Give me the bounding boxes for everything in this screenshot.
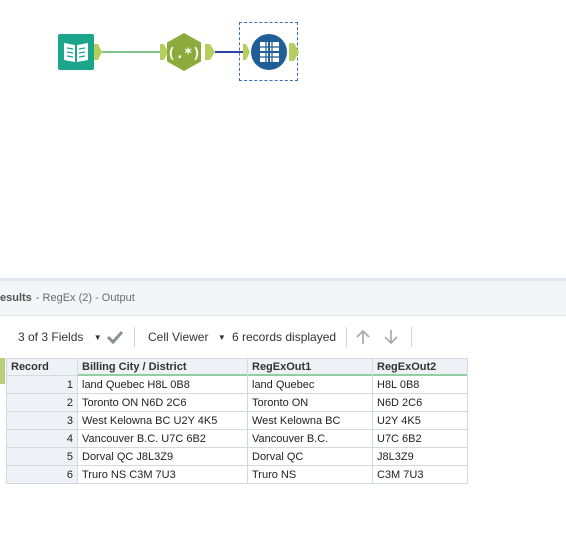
prev-record-button[interactable] bbox=[355, 316, 371, 358]
cell-regexout1[interactable]: Truro NS bbox=[247, 465, 373, 484]
browse-icon bbox=[251, 34, 287, 70]
cell-regexout1[interactable]: Toronto ON bbox=[247, 393, 373, 412]
toolbar-separator bbox=[346, 327, 347, 347]
table-row[interactable]: 6 Truro NS C3M 7U3 Truro NS C3M 7U3 bbox=[6, 465, 468, 484]
column-header-record[interactable]: Record bbox=[6, 358, 78, 376]
regex-output-anchor[interactable] bbox=[205, 44, 215, 60]
connector-input-to-regex[interactable] bbox=[102, 51, 160, 53]
viewer-label: Cell Viewer bbox=[148, 330, 209, 344]
cell-billing-city[interactable]: Toronto ON N6D 2C6 bbox=[77, 393, 248, 412]
chevron-down-icon: ▼ bbox=[93, 333, 102, 342]
cell-billing-city[interactable]: West Kelowna BC U2Y 4K5 bbox=[77, 411, 248, 430]
record-number[interactable]: 1 bbox=[6, 375, 78, 394]
regex-tool[interactable]: (.*) bbox=[164, 32, 204, 72]
table-row[interactable]: 1 land Quebec H8L 0B8 land Quebec H8L 0B… bbox=[6, 375, 468, 394]
next-record-button[interactable] bbox=[383, 316, 399, 358]
cell-regexout1[interactable]: Dorval QC bbox=[247, 447, 373, 466]
workflow-canvas[interactable]: (.*) bbox=[0, 0, 566, 278]
grid-header-row: Record Billing City / District RegExOut1… bbox=[6, 358, 468, 377]
toolbar-separator bbox=[134, 327, 135, 347]
record-number[interactable]: 2 bbox=[6, 393, 78, 412]
results-header: esults - RegEx (2) - Output bbox=[0, 281, 566, 316]
fields-label: 3 of 3 Fields bbox=[18, 330, 84, 344]
cell-regexout1[interactable]: West Kelowna BC bbox=[247, 411, 373, 430]
table-row[interactable]: 4 Vancouver B.C. U7C 6B2 Vancouver B.C. … bbox=[6, 429, 468, 448]
input-output-anchor[interactable] bbox=[94, 44, 102, 60]
cell-regexout1[interactable]: land Quebec bbox=[247, 375, 373, 394]
records-count: 6 records displayed bbox=[232, 330, 337, 344]
record-number[interactable]: 4 bbox=[6, 429, 78, 448]
results-toolbar: 3 of 3 Fields ▼ Cell Viewer ▼ 6 records … bbox=[0, 316, 566, 358]
browse-input-anchor[interactable] bbox=[243, 44, 250, 60]
record-number[interactable]: 3 bbox=[6, 411, 78, 430]
cell-regexout2[interactable]: U2Y 4K5 bbox=[372, 411, 468, 430]
check-icon bbox=[106, 330, 124, 345]
column-header-billing-city[interactable]: Billing City / District bbox=[77, 358, 248, 377]
column-header-regexout2[interactable]: RegExOut2 bbox=[372, 358, 468, 377]
toolbar-separator bbox=[411, 327, 412, 347]
results-subtitle: - RegEx (2) - Output bbox=[35, 292, 135, 304]
cell-regexout2[interactable]: C3M 7U3 bbox=[372, 465, 468, 484]
browse-tool[interactable] bbox=[250, 33, 288, 71]
cell-regexout2[interactable]: N6D 2C6 bbox=[372, 393, 468, 412]
table-row[interactable]: 2 Toronto ON N6D 2C6 Toronto ON N6D 2C6 bbox=[6, 393, 468, 412]
cell-regexout1[interactable]: Vancouver B.C. bbox=[247, 429, 373, 448]
book-icon bbox=[58, 34, 94, 70]
table-row[interactable]: 5 Dorval QC J8L3Z9 Dorval QC J8L3Z9 bbox=[6, 447, 468, 466]
input-data-tool[interactable] bbox=[58, 34, 94, 70]
table-row[interactable]: 3 West Kelowna BC U2Y 4K5 West Kelowna B… bbox=[6, 411, 468, 430]
cell-regexout2[interactable]: J8L3Z9 bbox=[372, 447, 468, 466]
cell-regexout2[interactable]: U7C 6B2 bbox=[372, 429, 468, 448]
svg-text:(.*): (.*) bbox=[167, 46, 201, 62]
results-title: esults bbox=[0, 292, 32, 304]
grid-left-marker bbox=[0, 358, 5, 384]
arrow-down-icon bbox=[384, 329, 398, 345]
cell-viewer-selector[interactable]: Cell Viewer ▼ bbox=[148, 316, 226, 360]
arrow-up-icon bbox=[356, 329, 370, 344]
cell-billing-city[interactable]: Truro NS C3M 7U3 bbox=[77, 465, 248, 484]
apply-check-button[interactable] bbox=[106, 316, 124, 358]
chevron-down-icon: ▼ bbox=[217, 333, 226, 342]
fields-selector[interactable]: 3 of 3 Fields ▼ bbox=[18, 316, 102, 360]
browse-output-anchor[interactable] bbox=[289, 43, 299, 61]
regex-icon: (.*) bbox=[167, 33, 201, 71]
cell-regexout2[interactable]: H8L 0B8 bbox=[372, 375, 468, 394]
cell-billing-city[interactable]: Dorval QC J8L3Z9 bbox=[77, 447, 248, 466]
cell-billing-city[interactable]: Vancouver B.C. U7C 6B2 bbox=[77, 429, 248, 448]
column-header-regexout1[interactable]: RegExOut1 bbox=[247, 358, 373, 377]
cell-billing-city[interactable]: land Quebec H8L 0B8 bbox=[77, 375, 248, 394]
record-number[interactable]: 6 bbox=[6, 465, 78, 484]
record-number[interactable]: 5 bbox=[6, 447, 78, 466]
results-grid[interactable]: Record Billing City / District RegExOut1… bbox=[6, 358, 468, 484]
